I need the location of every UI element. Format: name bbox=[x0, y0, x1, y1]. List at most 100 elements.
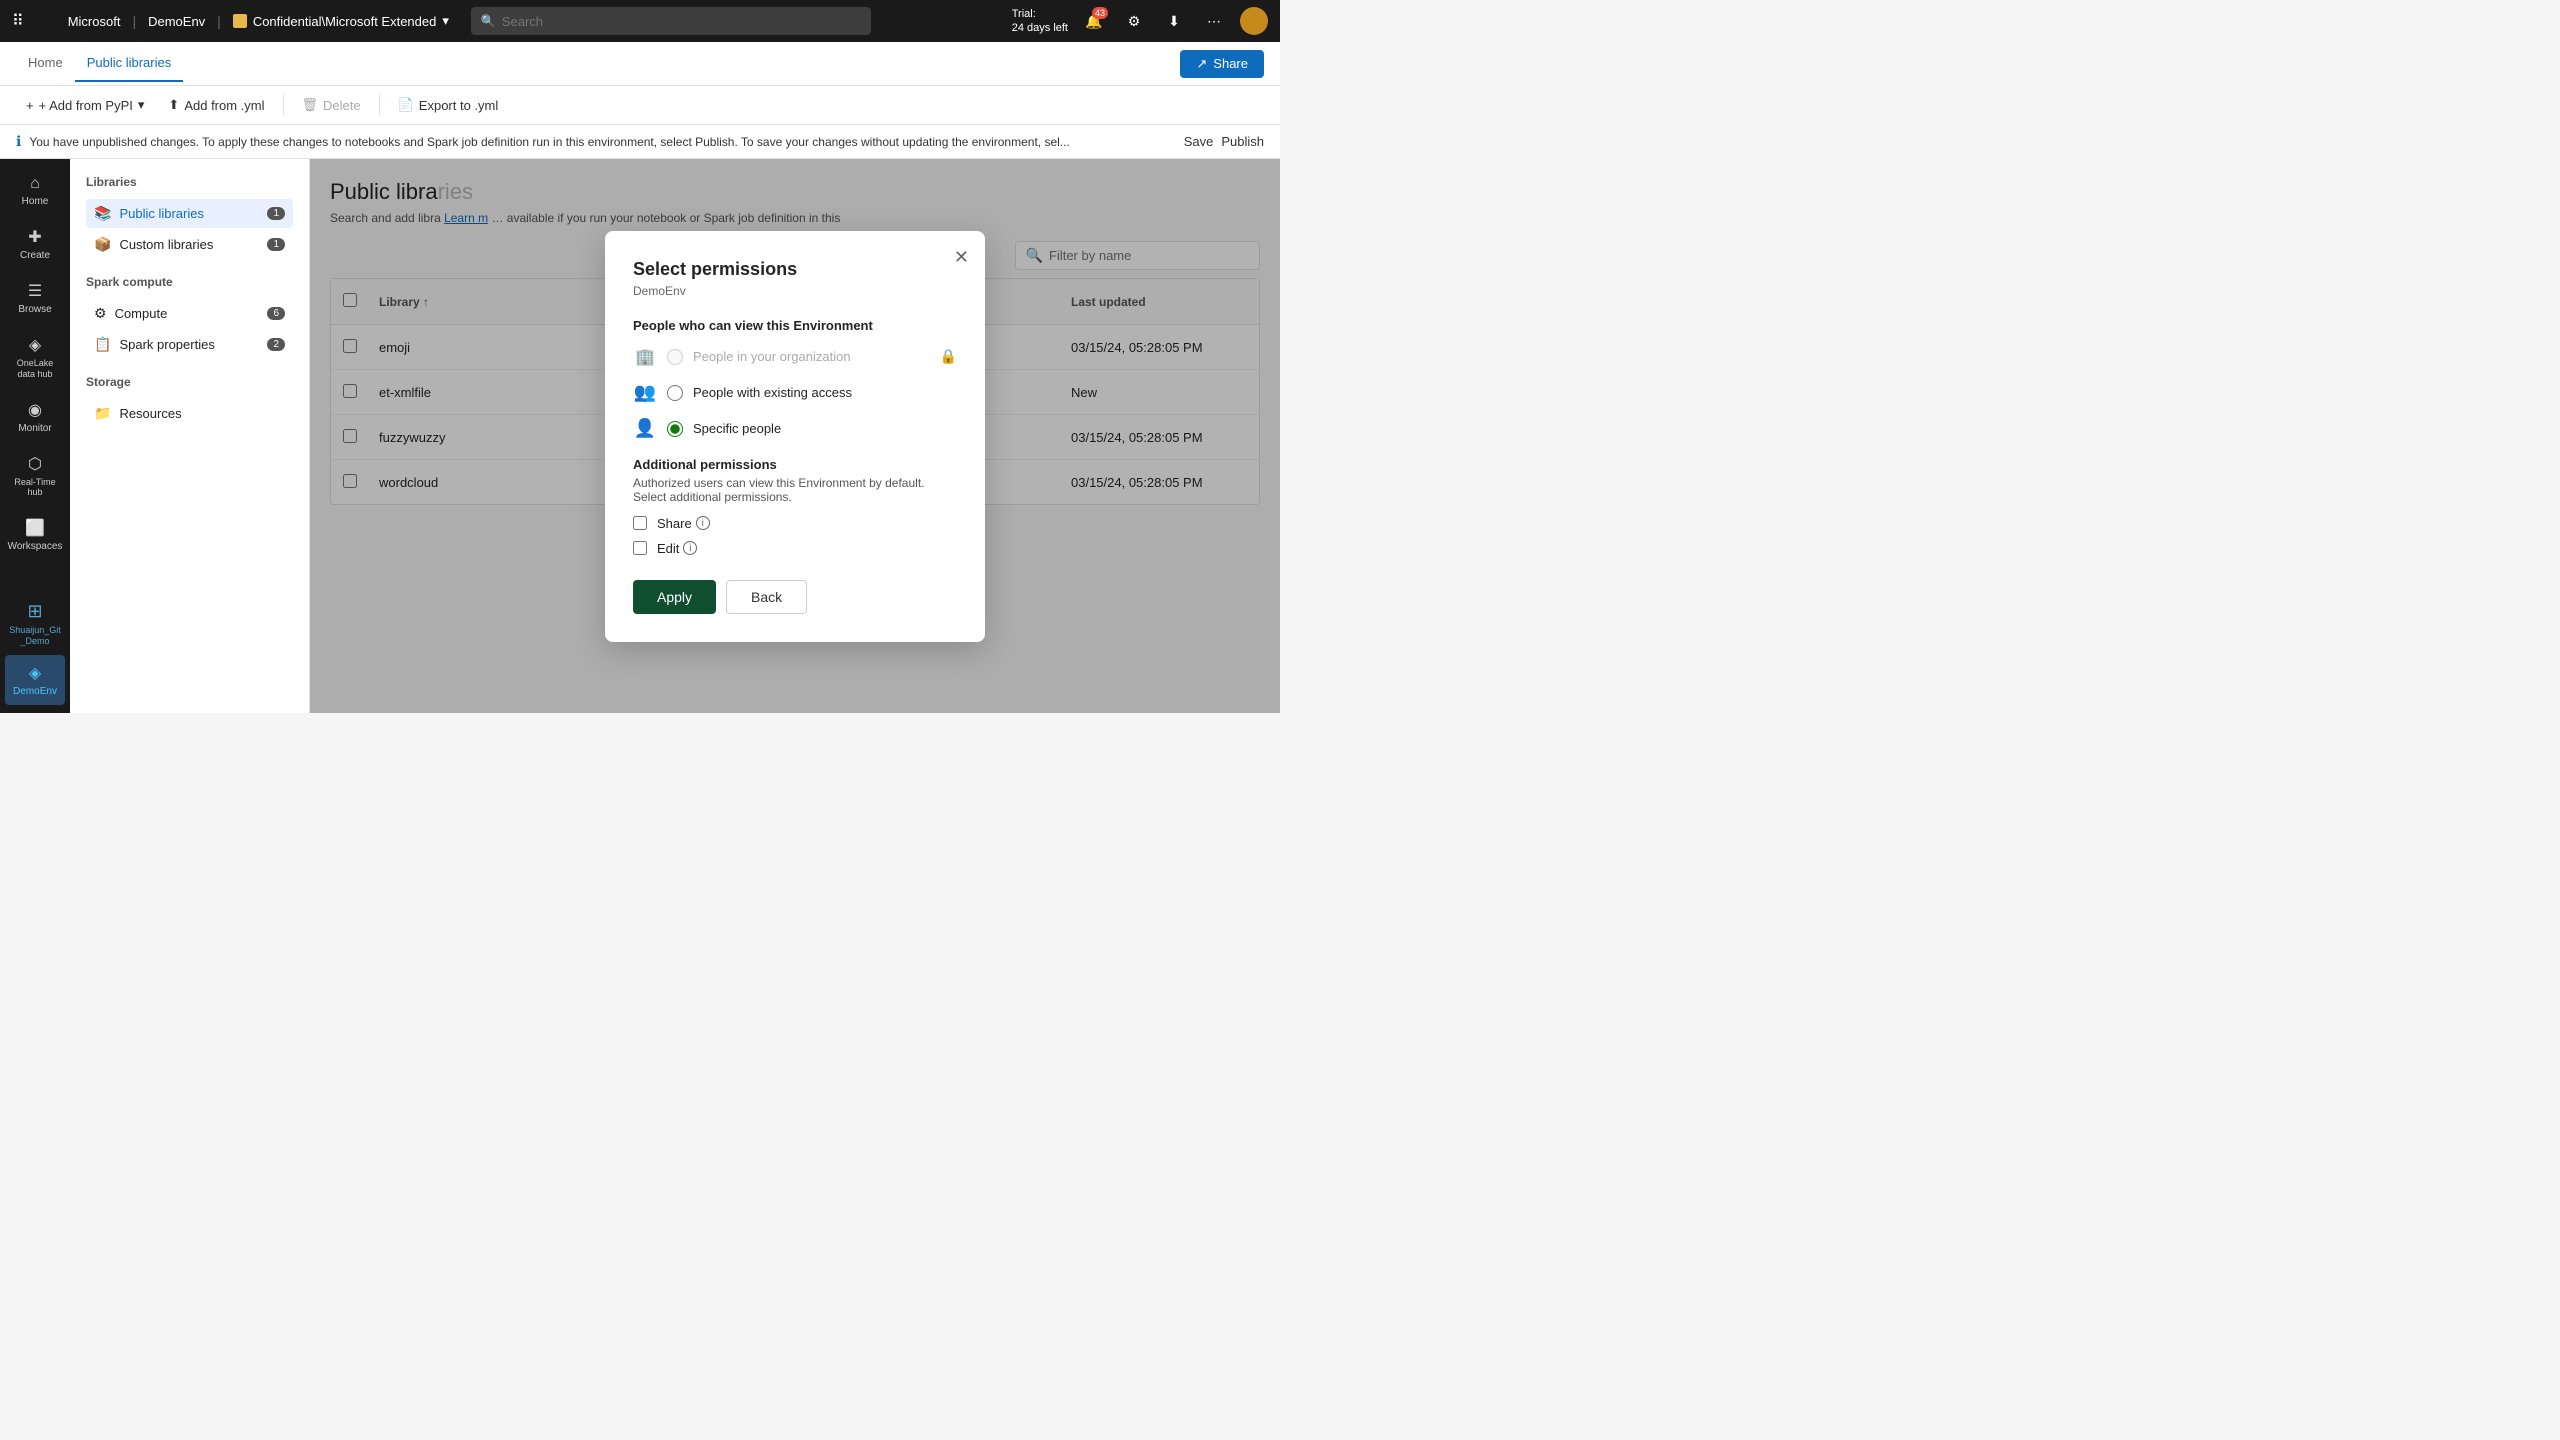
global-search[interactable]: 🔍 bbox=[471, 7, 871, 35]
additional-desc: Authorized users can view this Environme… bbox=[633, 476, 957, 504]
edit-label: Edit i bbox=[657, 541, 697, 556]
download-button[interactable]: ⬇ bbox=[1160, 7, 1188, 35]
export-yml-button[interactable]: 📄 Export to .yml bbox=[388, 92, 509, 118]
edit-checkbox[interactable] bbox=[633, 541, 647, 555]
custom-libraries-icon: 📦 bbox=[94, 236, 111, 253]
dialog-overlay: ✕ Select permissions DemoEnv People who … bbox=[310, 159, 1280, 713]
sidebar-item-custom-libraries[interactable]: 📦 Custom libraries 1 bbox=[86, 230, 293, 259]
option-existing-label: People with existing access bbox=[693, 385, 957, 400]
notifications-button[interactable]: 🔔 43 bbox=[1080, 7, 1108, 35]
share-label: Share i bbox=[657, 516, 710, 531]
add-icon: + bbox=[26, 98, 34, 113]
nav-right-controls: Trial: 24 days left 🔔 43 ⚙ ⬇ ⋯ bbox=[1012, 7, 1268, 36]
more-options-button[interactable]: ⋯ bbox=[1200, 7, 1228, 35]
user-avatar[interactable] bbox=[1240, 7, 1268, 35]
sidebar-item-demoenv[interactable]: ◈ DemoEnv bbox=[5, 655, 65, 705]
delete-button[interactable]: 🗑 Delete bbox=[292, 92, 371, 118]
edit-permission-option[interactable]: Edit i bbox=[633, 541, 957, 556]
existing-access-icon: 👥 bbox=[633, 381, 657, 405]
browse-icon: ☰ bbox=[28, 281, 42, 301]
radio-org[interactable] bbox=[667, 349, 683, 365]
microsoft-logo bbox=[36, 11, 56, 31]
main-toolbar: + + Add from PyPI ▾ ⬆ Add from .yml 🗑 De… bbox=[0, 86, 1280, 125]
sidebar-item-home[interactable]: ⌂ Home bbox=[5, 167, 65, 215]
workspaces-icon: ⬜ bbox=[25, 518, 45, 538]
compute-icon: ⚙ bbox=[94, 305, 107, 322]
sidebar-item-workspaces[interactable]: ⬜ Workspaces bbox=[5, 510, 65, 560]
apply-button[interactable]: Apply bbox=[633, 580, 716, 614]
add-pypi-button[interactable]: + + Add from PyPI ▾ bbox=[16, 92, 154, 118]
additional-permissions-section: Additional permissions Authorized users … bbox=[633, 457, 957, 556]
main-content: Public libraries Search and add libra Le… bbox=[310, 159, 1280, 713]
info-banner: ℹ You have unpublished changes. To apply… bbox=[0, 125, 1280, 159]
nav-right-share: ↗ Share bbox=[1180, 50, 1264, 78]
radio-specific[interactable] bbox=[667, 421, 683, 437]
info-text: You have unpublished changes. To apply t… bbox=[29, 135, 1175, 149]
top-navigation: ⠿ Microsoft | DemoEnv | Confidential\Mic… bbox=[0, 0, 1280, 42]
sidebar-item-realtime[interactable]: ⬡ Real-Time hub bbox=[5, 446, 65, 507]
view-section-label: People who can view this Environment bbox=[633, 318, 957, 333]
sidebar-item-git[interactable]: ⊞ Shuaijun_Git _Demo bbox=[5, 593, 65, 655]
add-yml-button[interactable]: ⬆ Add from .yml bbox=[158, 92, 274, 118]
specific-people-icon: 👤 bbox=[633, 417, 657, 441]
select-permissions-dialog: ✕ Select permissions DemoEnv People who … bbox=[605, 231, 985, 642]
sidebar-item-onelake[interactable]: ◈ OneLake data hub bbox=[5, 327, 65, 388]
info-actions: Save Publish bbox=[1184, 134, 1264, 149]
tab-public-libraries[interactable]: Public libraries bbox=[75, 45, 184, 82]
workspace-name[interactable]: DemoEnv bbox=[148, 14, 205, 29]
share-button[interactable]: ↗ Share bbox=[1180, 50, 1264, 78]
sidebar-item-browse[interactable]: ☰ Browse bbox=[5, 273, 65, 323]
dialog-subtitle: DemoEnv bbox=[633, 284, 957, 298]
option-org[interactable]: 🏢 People in your organization 🔒 bbox=[633, 345, 957, 369]
share-icon: ↗ bbox=[1196, 56, 1207, 72]
spark-properties-icon: 📋 bbox=[94, 336, 111, 353]
create-icon: ✚ bbox=[28, 227, 41, 247]
resources-icon: 📁 bbox=[94, 405, 111, 422]
option-specific[interactable]: 👤 Specific people bbox=[633, 417, 957, 441]
sensitivity-label[interactable]: Confidential\Microsoft Extended ▾ bbox=[233, 13, 449, 29]
sidebar-item-monitor[interactable]: ◉ Monitor bbox=[5, 392, 65, 442]
notification-badge: 43 bbox=[1092, 7, 1108, 19]
additional-title: Additional permissions bbox=[633, 457, 957, 472]
settings-button[interactable]: ⚙ bbox=[1120, 7, 1148, 35]
onelake-icon: ◈ bbox=[29, 335, 41, 355]
sidebar-item-resources[interactable]: 📁 Resources bbox=[86, 399, 293, 428]
sidebar-item-compute[interactable]: ⚙ Compute 6 bbox=[86, 299, 293, 328]
save-button[interactable]: Save bbox=[1184, 134, 1214, 149]
public-libraries-badge: 1 bbox=[267, 207, 285, 220]
search-input[interactable] bbox=[502, 14, 861, 29]
option-existing[interactable]: 👥 People with existing access bbox=[633, 381, 957, 405]
brand-name: Microsoft bbox=[68, 14, 121, 29]
content-sidebar: Libraries 📚 Public libraries 1 📦 Custom … bbox=[70, 159, 310, 713]
spark-section-title: Spark compute bbox=[86, 275, 293, 289]
sidebar-item-create[interactable]: ✚ Create bbox=[5, 219, 65, 269]
option-specific-label: Specific people bbox=[693, 421, 957, 436]
realtime-icon: ⬡ bbox=[28, 454, 42, 474]
publish-button[interactable]: Publish bbox=[1221, 134, 1264, 149]
spark-properties-badge: 2 bbox=[267, 338, 285, 351]
back-button[interactable]: Back bbox=[726, 580, 807, 614]
share-checkbox[interactable] bbox=[633, 516, 647, 530]
sub-navigation: Home Public libraries ↗ Share bbox=[0, 42, 1280, 86]
sidebar-bottom: ⊞ Shuaijun_Git _Demo ◈ DemoEnv bbox=[5, 593, 65, 705]
main-layout: ⌂ Home ✚ Create ☰ Browse ◈ OneLake data … bbox=[0, 159, 1280, 713]
upload-icon: ⬆ bbox=[168, 97, 179, 113]
add-pypi-dropdown-icon: ▾ bbox=[138, 97, 145, 113]
home-icon: ⌂ bbox=[30, 175, 40, 193]
monitor-icon: ◉ bbox=[28, 400, 42, 420]
trial-info: Trial: 24 days left bbox=[1012, 7, 1068, 36]
tab-home[interactable]: Home bbox=[16, 45, 75, 82]
libraries-section-title: Libraries bbox=[86, 175, 293, 189]
radio-existing[interactable] bbox=[667, 385, 683, 401]
share-permission-option[interactable]: Share i bbox=[633, 516, 957, 531]
dialog-close-button[interactable]: ✕ bbox=[954, 247, 969, 268]
public-libraries-icon: 📚 bbox=[94, 205, 111, 222]
grid-icon[interactable]: ⠿ bbox=[12, 11, 24, 31]
sensitivity-icon bbox=[233, 14, 247, 28]
sidebar-item-public-libraries[interactable]: 📚 Public libraries 1 bbox=[86, 199, 293, 228]
share-info-icon: i bbox=[696, 516, 710, 530]
demoenv-icon: ◈ bbox=[29, 663, 41, 683]
toolbar-separator-2 bbox=[379, 95, 380, 115]
export-icon: 📄 bbox=[398, 97, 414, 113]
sidebar-item-spark-properties[interactable]: 📋 Spark properties 2 bbox=[86, 330, 293, 359]
